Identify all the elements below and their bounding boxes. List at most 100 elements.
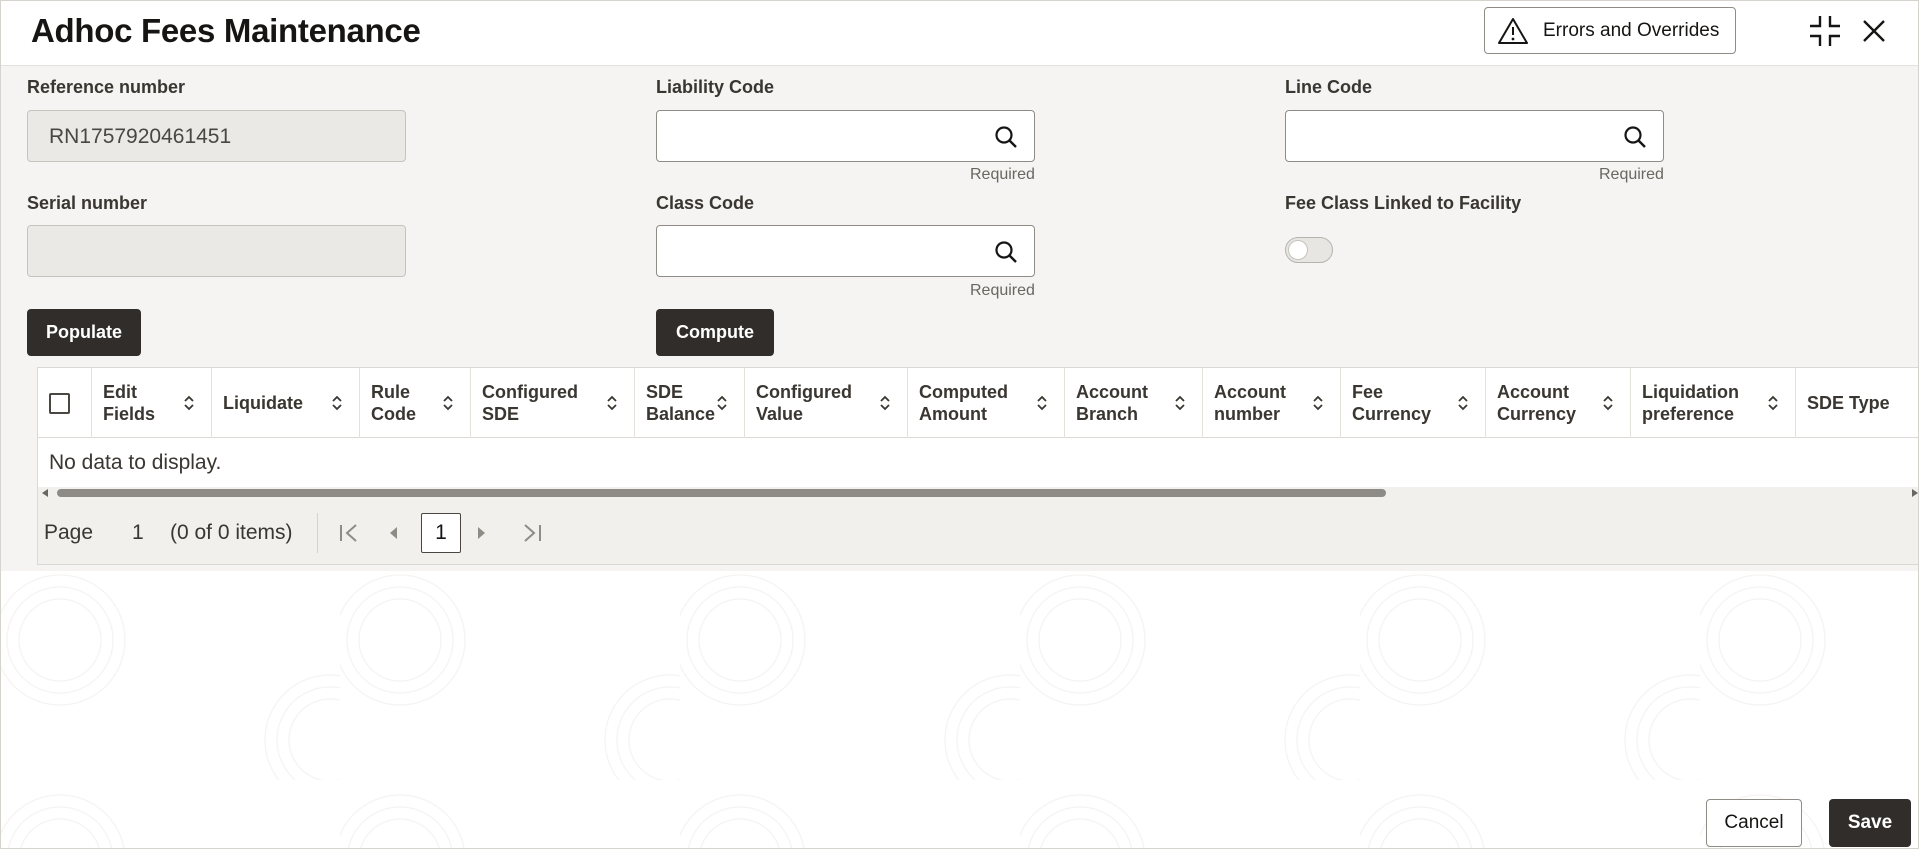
close-icon[interactable]	[1861, 14, 1887, 48]
column-header-line: preference	[1642, 404, 1735, 424]
column-header-line: Account	[1497, 382, 1569, 402]
column-header-line: Code	[371, 404, 416, 424]
column-header-label: Configured SDE	[482, 381, 578, 425]
sort-icon[interactable]	[716, 395, 728, 411]
column-header-label: Liquidation preference	[1642, 381, 1739, 425]
column-header-line: Liquidation	[1642, 382, 1739, 402]
scroll-right-icon[interactable]	[1912, 489, 1918, 497]
column-header-account-number[interactable]: Account number	[1203, 368, 1341, 438]
sort-icon[interactable]	[1602, 395, 1614, 411]
current-page-button[interactable]: 1	[421, 513, 461, 553]
errors-and-overrides-button[interactable]: Errors and Overrides	[1484, 7, 1736, 54]
column-header-line: Rule	[371, 382, 411, 402]
last-page-icon[interactable]	[521, 523, 543, 543]
dialog-header: Adhoc Fees Maintenance Errors and Overri…	[0, 0, 1919, 66]
column-header-liquidate[interactable]: Liquidate	[212, 368, 360, 438]
column-header-line: Edit	[103, 382, 137, 402]
column-header-line: SDE	[646, 382, 684, 402]
sort-icon[interactable]	[1312, 395, 1324, 411]
sort-icon[interactable]	[606, 395, 618, 411]
first-page-icon[interactable]	[338, 523, 360, 543]
search-icon[interactable]	[1623, 125, 1647, 149]
column-header-line: Configured	[756, 382, 852, 402]
class-code-label: Class Code	[656, 193, 755, 213]
cancel-button[interactable]: Cancel	[1706, 799, 1802, 847]
page-value: 1	[132, 521, 144, 544]
column-header-liquidation-preference[interactable]: Liquidation preference	[1631, 368, 1796, 438]
select-all-column	[38, 368, 92, 438]
column-header-line: Account	[1214, 382, 1286, 402]
liability-code-required: Required	[970, 166, 1035, 183]
next-page-icon[interactable]	[475, 523, 489, 543]
errors-and-overrides-label: Errors and Overrides	[1543, 19, 1720, 41]
toggle-knob	[1288, 240, 1308, 260]
select-all-checkbox[interactable]	[49, 393, 70, 414]
line-code-field[interactable]	[1285, 110, 1664, 162]
column-header-rule-code[interactable]: Rule Code	[360, 368, 471, 438]
reference-number-label: Reference number	[27, 77, 186, 97]
column-header-line: Configured	[482, 382, 578, 402]
sort-icon[interactable]	[442, 395, 454, 411]
save-button[interactable]: Save	[1829, 799, 1911, 847]
reference-number-field[interactable]: RN1757920461451	[27, 110, 406, 162]
serial-number-label: Serial number	[27, 193, 148, 213]
sort-icon[interactable]	[1457, 395, 1469, 411]
class-code-required: Required	[970, 282, 1035, 299]
background-pattern	[0, 560, 1919, 849]
column-header-label: Account Currency	[1497, 381, 1576, 425]
line-code-required: Required	[1599, 166, 1664, 183]
sort-icon[interactable]	[1767, 395, 1779, 411]
column-header-label: Liquidate	[223, 392, 303, 414]
page-title: Adhoc Fees Maintenance	[31, 12, 421, 49]
column-header-label: SDE Balance	[646, 381, 715, 425]
warning-icon	[1498, 17, 1528, 44]
column-header-label: Edit Fields	[103, 381, 155, 425]
column-header-configured-sde[interactable]: Configured SDE	[471, 368, 635, 438]
sort-icon[interactable]	[1174, 395, 1186, 411]
fee-class-linked-toggle[interactable]	[1285, 237, 1333, 263]
column-header-label: Rule Code	[371, 381, 416, 425]
reference-number-value: RN1757920461451	[49, 125, 232, 148]
column-header-line: Computed	[919, 382, 1008, 402]
fee-class-linked-label: Fee Class Linked to Facility	[1285, 193, 1522, 213]
scrollbar-thumb[interactable]	[57, 489, 1386, 497]
no-data-message: No data to display.	[49, 451, 222, 474]
column-header-label: Account Branch	[1076, 381, 1148, 425]
sort-icon[interactable]	[183, 395, 195, 411]
column-header-line: Value	[756, 404, 804, 424]
column-header-label: Fee Currency	[1352, 381, 1431, 425]
populate-button[interactable]: Populate	[27, 309, 141, 356]
column-header-account-branch[interactable]: Account Branch	[1065, 368, 1203, 438]
column-header-line: SDE Type	[1807, 393, 1890, 413]
column-header-line: Amount	[919, 404, 987, 424]
search-icon[interactable]	[994, 125, 1018, 149]
column-header-edit-fields[interactable]: Edit Fields	[92, 368, 212, 438]
column-header-computed-amount[interactable]: Computed Amount	[908, 368, 1065, 438]
column-header-sde-type[interactable]: SDE Type	[1796, 368, 1916, 438]
column-header-line: Currency	[1497, 404, 1577, 424]
column-header-sde-balance[interactable]: SDE Balance	[635, 368, 745, 438]
column-header-line: Fields	[103, 404, 156, 424]
previous-page-icon[interactable]	[386, 523, 400, 543]
column-header-configured-value[interactable]: Configured Value	[745, 368, 908, 438]
sort-icon[interactable]	[1036, 395, 1048, 411]
column-header-label: SDE Type	[1807, 392, 1890, 414]
liability-code-field[interactable]	[656, 110, 1035, 162]
compress-icon[interactable]	[1808, 14, 1842, 48]
search-icon[interactable]	[994, 240, 1018, 264]
sort-icon[interactable]	[879, 395, 891, 411]
column-header-line: Account	[1076, 382, 1148, 402]
column-header-label: Computed Amount	[919, 381, 1008, 425]
table-header: Edit Fields Liquidate Rule Code Configured SDE…	[38, 368, 1919, 438]
horizontal-scrollbar[interactable]	[38, 487, 1919, 499]
scroll-left-icon[interactable]	[42, 489, 48, 497]
sort-icon[interactable]	[331, 395, 343, 411]
column-header-account-currency[interactable]: Account Currency	[1486, 368, 1631, 438]
column-header-line: number	[1214, 404, 1281, 424]
column-header-label: Configured Value	[756, 381, 852, 425]
compute-button[interactable]: Compute	[656, 309, 774, 356]
liability-code-label: Liability Code	[656, 77, 775, 97]
column-header-fee-currency[interactable]: Fee Currency	[1341, 368, 1486, 438]
class-code-field[interactable]	[656, 225, 1035, 277]
serial-number-field[interactable]	[27, 225, 406, 277]
